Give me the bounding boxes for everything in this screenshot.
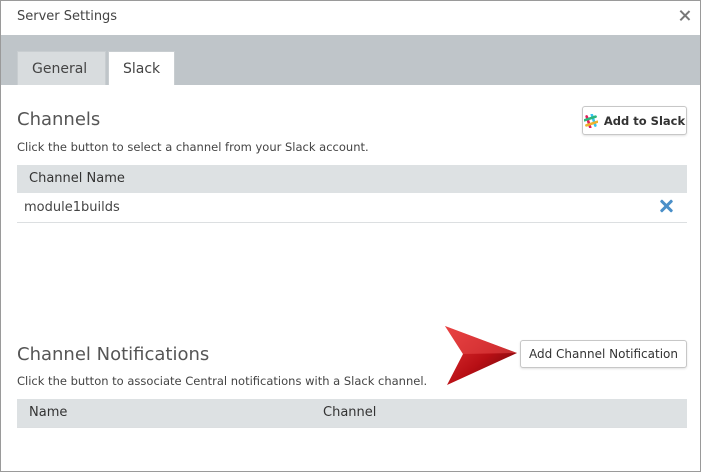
add-to-slack-button[interactable]: Add to Slack [582, 106, 687, 135]
channels-table-header: Channel Name [17, 165, 687, 193]
channels-description: Click the button to select a channel fro… [17, 140, 369, 154]
table-row[interactable]: module1builds [17, 193, 687, 223]
add-to-slack-label: Add to Slack [603, 113, 686, 128]
tab-strip: General Slack [1, 35, 700, 85]
notifications-heading: Channel Notifications [17, 344, 210, 365]
channels-heading: Channels [17, 109, 101, 130]
notifications-table-header: Name Channel [17, 399, 687, 427]
tab-slack[interactable]: Slack [108, 51, 175, 85]
server-settings-dialog: Server Settings General Slack Channels C… [0, 0, 701, 472]
slack-logo-icon [583, 113, 598, 128]
notifications-description: Click the button to associate Central no… [17, 374, 428, 388]
column-header-channel: Channel [323, 405, 377, 420]
pointer-arrow-icon [445, 326, 517, 385]
column-header-channel-name: Channel Name [29, 171, 125, 186]
add-channel-notification-button[interactable]: Add Channel Notification [520, 340, 687, 368]
close-icon[interactable] [678, 9, 692, 23]
dialog-title: Server Settings [17, 9, 118, 24]
column-header-name: Name [29, 405, 68, 420]
title-bar: Server Settings [1, 1, 700, 35]
remove-icon[interactable] [659, 199, 673, 213]
tab-general[interactable]: General [17, 51, 106, 85]
channel-name-cell: module1builds [24, 200, 120, 215]
notifications-table-divider [17, 427, 687, 428]
